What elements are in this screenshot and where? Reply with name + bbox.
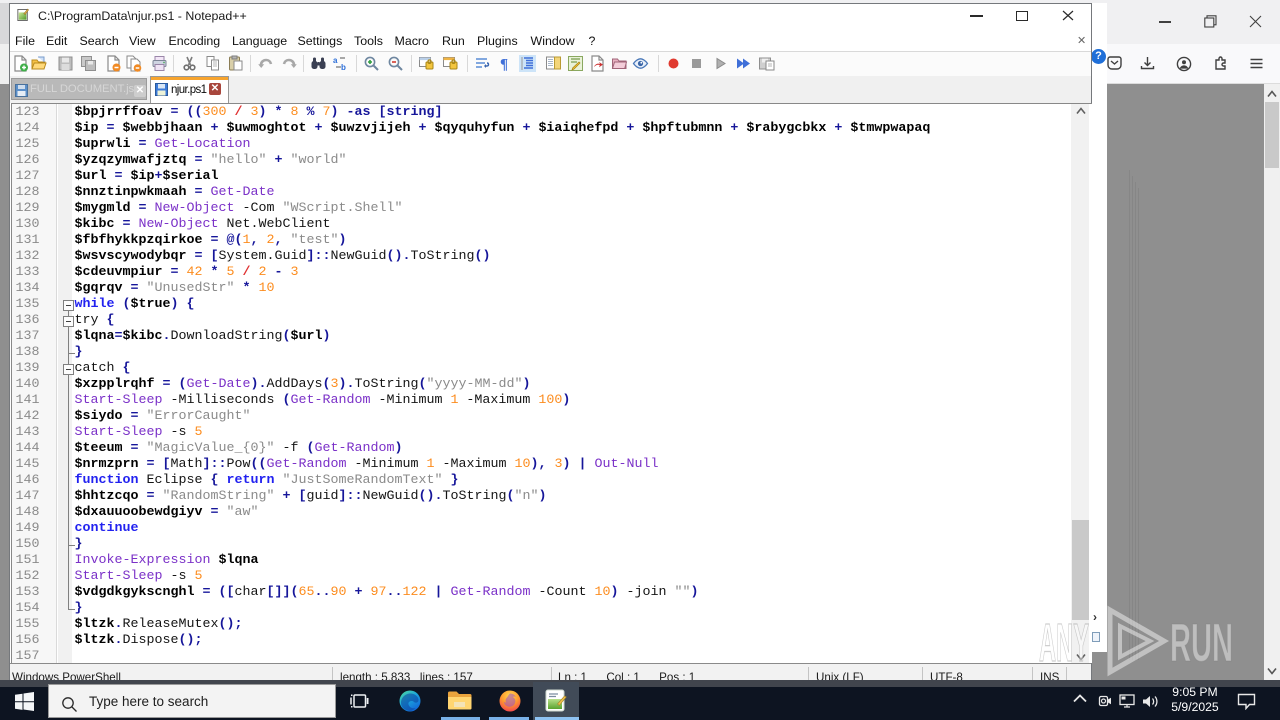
svg-text:¶: ¶	[500, 57, 508, 73]
svg-text:a: a	[333, 56, 338, 65]
svg-text:b: b	[341, 63, 346, 72]
